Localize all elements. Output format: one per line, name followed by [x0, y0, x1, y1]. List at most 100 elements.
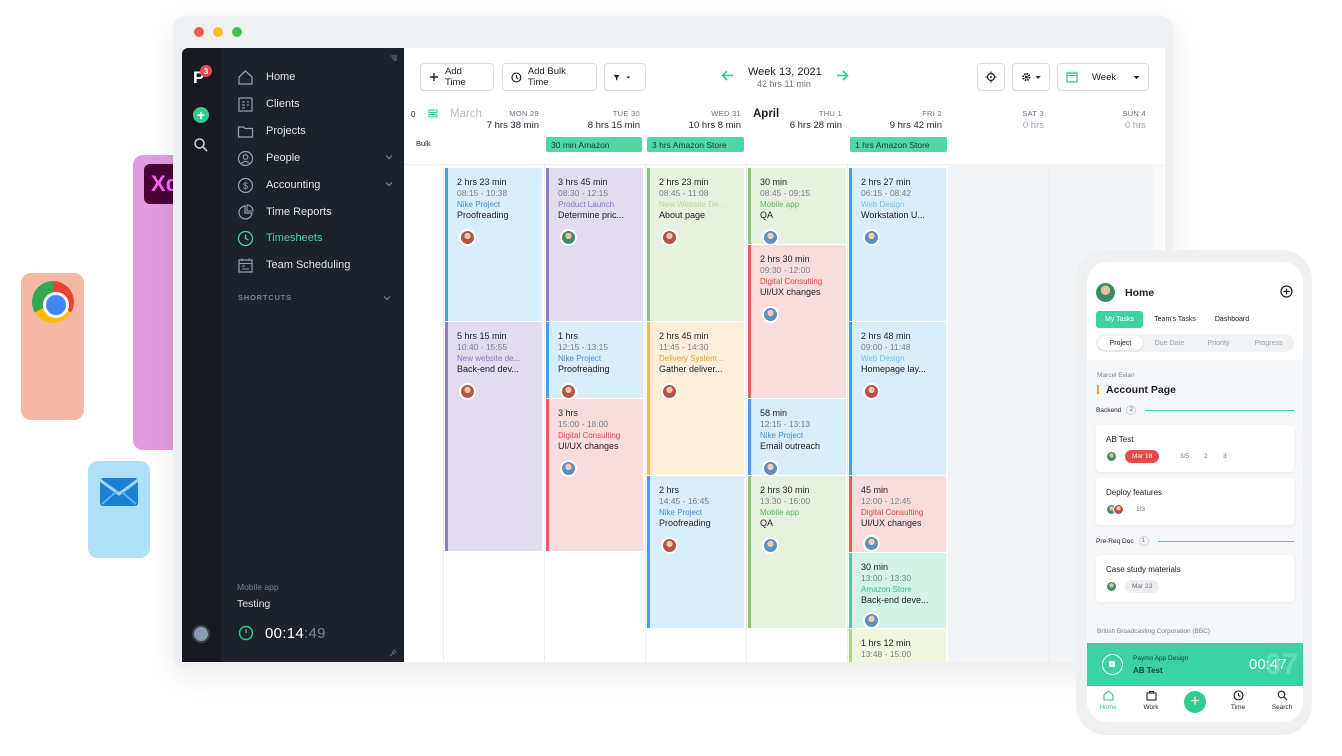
- avatar: [560, 383, 577, 398]
- segment-project[interactable]: Project: [1098, 336, 1143, 350]
- tasklist-backend[interactable]: Backend 2: [1096, 405, 1137, 415]
- time-entry[interactable]: 45 min 12:00 - 12:45 Digital Consulting …: [849, 476, 946, 552]
- avatar[interactable]: [1096, 283, 1115, 302]
- entry-project: Digital Consulting: [558, 431, 621, 440]
- add-icon[interactable]: +: [193, 107, 209, 123]
- settings-button[interactable]: [1012, 63, 1050, 91]
- shortcuts-heading[interactable]: SHORTCUTS: [238, 293, 292, 302]
- segment-due-date[interactable]: Due Date: [1147, 336, 1192, 350]
- view-select[interactable]: Week: [1057, 63, 1149, 91]
- next-week-arrow[interactable]: [836, 70, 849, 81]
- bulk-entry[interactable]: 1 hrs Amazon Store: [850, 137, 947, 152]
- grid-line: [443, 164, 444, 662]
- sidebar-item-time-reports[interactable]: Time Reports: [237, 202, 395, 222]
- project-title[interactable]: Account Page: [1097, 384, 1176, 396]
- entry-task: Email outreach: [760, 441, 821, 451]
- notification-badge[interactable]: 3: [200, 65, 212, 77]
- due-date-badge: Mar 23: [1125, 580, 1160, 593]
- tab-dashboard[interactable]: Dashboard: [1207, 311, 1257, 328]
- filter-icon: [613, 74, 620, 80]
- time-entry[interactable]: 1 hrs 12:15 - 13:15 Nike Project Proofre…: [546, 322, 643, 398]
- day-header-sat: SAT 3 0 hrs: [949, 109, 1044, 131]
- time-entry[interactable]: 30 min 08:45 - 09:15 Mobile app QA: [748, 168, 846, 244]
- caret-down-icon: [626, 75, 631, 79]
- chevron-down-icon[interactable]: [385, 180, 393, 188]
- previous-week-arrow[interactable]: [721, 70, 734, 81]
- add-bulk-time-button[interactable]: Add Bulk Time: [502, 63, 597, 91]
- time-entry[interactable]: 2 hrs 23 min 08:45 - 11:08 New Website D…: [647, 168, 744, 321]
- entry-time-range: 10:40 - 15:55: [457, 342, 508, 352]
- sidebar-item-timesheets[interactable]: Timesheets: [237, 228, 395, 248]
- svg-text:$: $: [243, 181, 248, 191]
- sidebar-item-label: People: [266, 152, 301, 164]
- time-entry[interactable]: 3 hrs 45 min 08:30 - 12:15 Product Launc…: [546, 168, 643, 321]
- phone-nav-home[interactable]: Home: [1091, 690, 1125, 711]
- tab-teams-tasks[interactable]: Team's Tasks: [1149, 311, 1201, 328]
- sidebar-item-clients[interactable]: Clients: [237, 94, 395, 114]
- sidebar-item-home[interactable]: Home: [237, 67, 395, 87]
- task-card[interactable]: AB Test Mar 18 3/5 2 3: [1096, 425, 1294, 472]
- add-task-fab[interactable]: +: [1184, 691, 1206, 713]
- time-entry[interactable]: 58 min 12:15 - 13:13 Nike Project Email …: [748, 399, 846, 475]
- subtasks-count: 1/3: [1136, 506, 1146, 513]
- tab-my-tasks[interactable]: My Tasks: [1096, 311, 1143, 328]
- time-entry[interactable]: 1 hrs 12 min 13:48 - 15:00: [849, 629, 946, 662]
- grid-line: [847, 164, 848, 662]
- collapse-days-icon[interactable]: 0: [411, 109, 420, 118]
- mail-app-tile: [88, 461, 150, 558]
- time-entry[interactable]: 3 hrs 15:00 - 18:00 Digital Consulting U…: [546, 399, 643, 551]
- day-name: FRI 2: [922, 109, 942, 118]
- entry-project: Digital Consulting: [861, 508, 924, 517]
- avatar: [1106, 581, 1117, 592]
- timer-project-label: Mobile app: [237, 582, 279, 592]
- task-card[interactable]: Case study materials Mar 23: [1096, 555, 1294, 602]
- time-entry[interactable]: 2 hrs 30 min 09:30 - 12:00 Digital Consu…: [748, 245, 846, 398]
- time-entry[interactable]: 2 hrs 30 min 13:30 - 16:00 Mobile app QA: [748, 476, 846, 628]
- time-entry[interactable]: 2 hrs 14:45 - 16:45 Nike Project Proofre…: [647, 476, 744, 628]
- time-entry[interactable]: 2 hrs 45 min 11:45 - 14:30 Delivery Syst…: [647, 322, 744, 475]
- entry-project: Nike Project: [659, 508, 703, 517]
- task-card[interactable]: Deploy features 1/3: [1096, 478, 1294, 525]
- tasklist-prereq[interactable]: Pre-Req Doc 1: [1096, 536, 1149, 546]
- user-avatar[interactable]: [192, 625, 210, 643]
- due-date-badge: Mar 18: [1125, 450, 1160, 463]
- time-entry[interactable]: 2 hrs 23 min 08:15 - 10:38 Nike Project …: [445, 168, 542, 321]
- phone-nav-time[interactable]: Time: [1221, 690, 1255, 711]
- locate-today-button[interactable]: [977, 63, 1005, 91]
- segment-priority[interactable]: Priority: [1196, 336, 1241, 350]
- window-close-button[interactable]: [194, 27, 204, 37]
- avatar: [661, 229, 678, 246]
- sidebar-item-accounting[interactable]: $ Accounting: [237, 175, 395, 195]
- window-maximize-button[interactable]: [232, 27, 242, 37]
- search-icon[interactable]: [193, 137, 209, 153]
- pin-icon[interactable]: [389, 648, 398, 657]
- window-minimize-button[interactable]: [213, 27, 223, 37]
- chevron-down-icon[interactable]: [385, 153, 393, 161]
- bulk-entry[interactable]: 3 hrs Amazon Store: [647, 137, 744, 152]
- pie-chart-icon: [238, 203, 254, 220]
- avatar: [1106, 451, 1117, 462]
- stop-timer-icon[interactable]: [1102, 654, 1123, 675]
- phone-nav-work[interactable]: Work: [1134, 690, 1168, 711]
- chevron-down-icon[interactable]: [383, 294, 391, 302]
- sidebar-item-people[interactable]: People: [237, 148, 395, 168]
- sidebar-item-team-scheduling[interactable]: Team Scheduling: [237, 255, 395, 275]
- collapse-sidebar-icon[interactable]: [390, 54, 398, 62]
- timer-stop-icon[interactable]: [238, 625, 254, 641]
- phone-nav-search[interactable]: Search: [1265, 690, 1299, 711]
- add-circle-icon[interactable]: [1280, 285, 1293, 298]
- time-entry[interactable]: 2 hrs 27 min 06:15 - 08:42 Web Design Wo…: [849, 168, 946, 321]
- bulk-row-label: Bulk: [416, 139, 431, 148]
- list-view-icon[interactable]: [428, 109, 438, 119]
- time-entry[interactable]: 30 min 13:00 - 13:30 Amazon Store Back-e…: [849, 553, 946, 628]
- time-entry[interactable]: 5 hrs 15 min 10:40 - 15:55 New website d…: [445, 322, 542, 551]
- filter-button[interactable]: [604, 63, 646, 91]
- sidebar-item-projects[interactable]: Projects: [237, 121, 395, 141]
- entry-time-range: 08:45 - 09:15: [760, 188, 811, 198]
- home-icon: [238, 69, 253, 85]
- add-time-button[interactable]: Add Time: [420, 63, 494, 91]
- segment-progress[interactable]: Progress: [1245, 336, 1292, 350]
- time-entry[interactable]: 2 hrs 48 min 09:00 - 11:48 Web Design Ho…: [849, 322, 946, 475]
- bulk-entry[interactable]: 30 min Amazon: [546, 137, 642, 152]
- entry-task: Determine pric...: [558, 210, 625, 220]
